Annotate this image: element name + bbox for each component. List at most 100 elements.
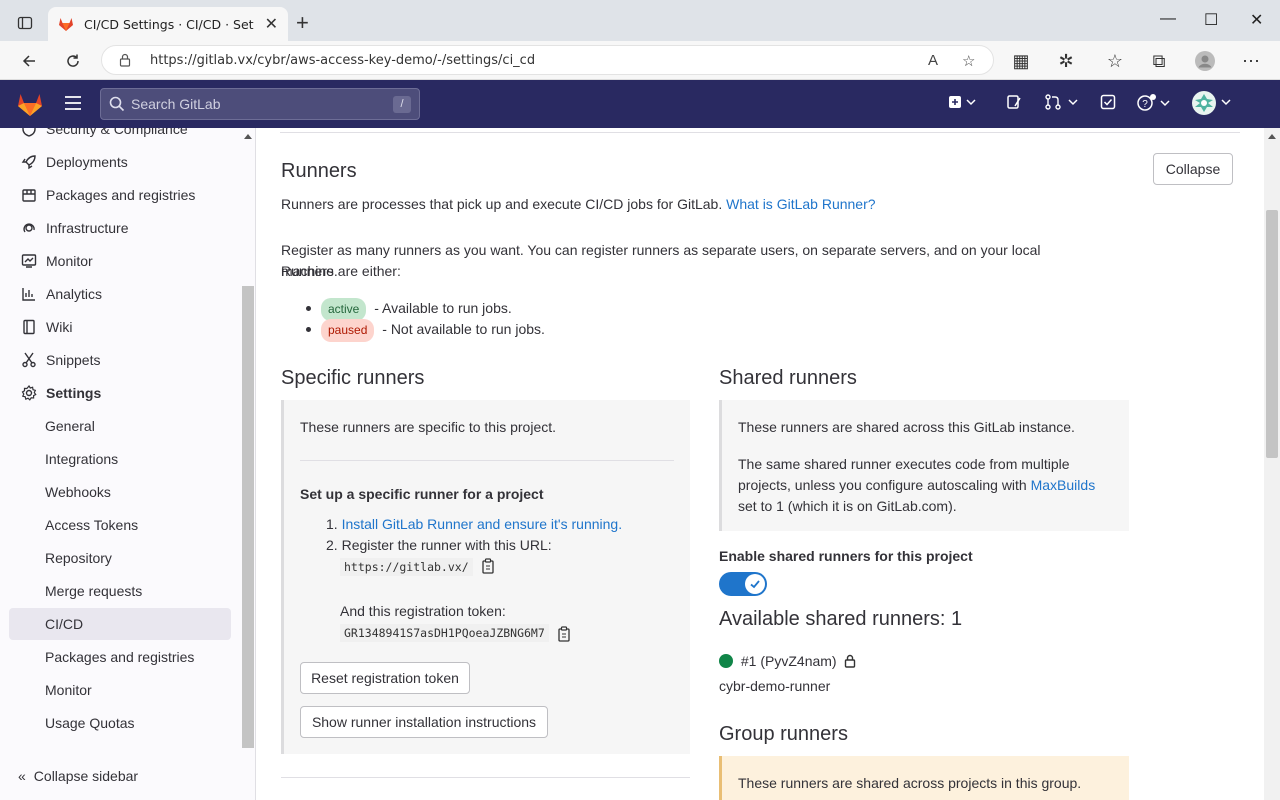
window-close-icon[interactable]: ✕ <box>1250 10 1263 30</box>
divider <box>281 777 690 778</box>
minimize-icon[interactable]: — <box>1160 10 1176 28</box>
sidebar-item-monitor[interactable]: Monitor <box>0 245 240 277</box>
favorites-icon[interactable]: ☆ <box>1104 50 1126 72</box>
active-badge: active <box>321 298 367 321</box>
enable-shared-label: Enable shared runners for this project <box>719 548 973 564</box>
back-icon[interactable] <box>18 50 40 72</box>
step-number: 2. <box>326 537 338 553</box>
sidebar-item-packages[interactable]: Packages and registries <box>0 179 240 211</box>
sidebar-scrollbar[interactable] <box>242 128 254 800</box>
favorite-add-icon[interactable]: ☆ <box>962 52 975 70</box>
browser-tab-bar: CI/CD Settings · CI/CD · Settings ✕ + — … <box>0 0 1280 41</box>
sidebar-subitem-general[interactable]: General <box>0 410 240 442</box>
register-text: Register as many runners as you want. Yo… <box>281 242 1041 279</box>
copy-token-icon[interactable] <box>557 626 571 642</box>
sidebar-subitem-label: General <box>45 418 95 434</box>
sidebar-subitem-access-tokens[interactable]: Access Tokens <box>0 509 240 541</box>
runner-id[interactable]: #1 (PyvZ4nam) <box>741 653 837 669</box>
sidebar-subitem-repository[interactable]: Repository <box>0 542 240 574</box>
sidebar-item-deployments[interactable]: Deployments <box>0 146 240 178</box>
tab-actions-icon[interactable] <box>14 12 36 34</box>
url-text: https://gitlab.vx/cybr/aws-access-key-de… <box>150 52 536 68</box>
sidebar-subitem-integrations[interactable]: Integrations <box>0 443 240 475</box>
runner-url-value: https://gitlab.vx/ <box>340 558 473 576</box>
step-2-text: Register the runner with this URL: <box>341 537 552 553</box>
lock-icon <box>119 53 131 67</box>
address-bar[interactable]: https://gitlab.vx/cybr/aws-access-key-de… <box>101 45 994 75</box>
setup-title: Set up a specific runner for a project <box>300 486 544 502</box>
sidebar-subitem-webhooks[interactable]: Webhooks <box>0 476 240 508</box>
scroll-up-icon[interactable] <box>1267 132 1277 140</box>
monitor-icon <box>20 252 38 270</box>
sidebar: Security & Compliance Deployments Packag… <box>0 128 256 800</box>
sidebar-subitem-cicd[interactable]: CI/CD <box>9 608 231 640</box>
reset-token-button[interactable]: Reset registration token <box>300 662 470 694</box>
menu-icon[interactable] <box>64 95 82 111</box>
new-item-icon[interactable] <box>948 94 976 113</box>
sidebar-subitem-label: Usage Quotas <box>45 715 135 731</box>
sidebar-item-label: Analytics <box>46 286 103 302</box>
token-label: And this registration token: <box>340 603 506 619</box>
lock-icon <box>845 654 856 668</box>
step-2: 2. Register the runner with this URL: <box>326 535 552 556</box>
sidebar-subitem-label: CI/CD <box>45 616 84 632</box>
search-icon <box>109 96 125 112</box>
merge-requests-icon[interactable] <box>1045 94 1079 113</box>
shared-runners-title: Shared runners <box>719 367 857 389</box>
sidebar-subitem-packages[interactable]: Packages and registries <box>0 641 240 673</box>
qr-icon[interactable]: ▦ <box>1010 50 1032 72</box>
shared-runner-item: #1 (PyvZ4nam) <box>719 651 856 672</box>
browser-tab-active[interactable]: CI/CD Settings · CI/CD · Settings ✕ <box>48 7 288 41</box>
page-scroll-thumb[interactable] <box>1266 210 1278 458</box>
sidebar-scroll-thumb[interactable] <box>242 286 254 748</box>
sidebar-subitem-usage-quotas[interactable]: Usage Quotas <box>0 707 240 739</box>
issues-icon[interactable] <box>1006 94 1022 113</box>
sidebar-item-infrastructure[interactable]: Infrastructure <box>0 212 240 244</box>
search-input[interactable]: Search GitLab / <box>100 88 420 120</box>
scroll-up-icon[interactable] <box>243 132 253 140</box>
paused-badge: paused <box>321 319 375 342</box>
refresh-icon[interactable] <box>62 50 84 72</box>
collections-icon[interactable]: ⧉ <box>1148 50 1170 72</box>
gitlab-favicon-icon <box>59 18 73 31</box>
sidebar-item-security[interactable]: Security & Compliance <box>0 128 240 145</box>
more-icon[interactable]: ⋯ <box>1240 50 1262 72</box>
maxbuilds-link[interactable]: MaxBuilds <box>1031 477 1096 493</box>
sidebar-item-snippets[interactable]: Snippets <box>0 344 240 376</box>
show-instructions-button[interactable]: Show runner installation instructions <box>300 706 548 738</box>
collapse-sidebar-label: Collapse sidebar <box>33 768 139 784</box>
help-icon[interactable]: ? <box>1137 94 1171 115</box>
runner-url: https://gitlab.vx/ <box>340 556 473 578</box>
copy-url-icon[interactable] <box>481 558 495 574</box>
sidebar-subitem-label: Webhooks <box>45 484 111 500</box>
avatar[interactable] <box>1192 91 1236 120</box>
sidebar-subitem-label: Repository <box>45 550 112 566</box>
sidebar-item-settings[interactable]: Settings <box>0 377 240 409</box>
todos-icon[interactable] <box>1100 94 1116 113</box>
enable-shared-toggle[interactable] <box>719 572 767 596</box>
sidebar-item-wiki[interactable]: Wiki <box>0 311 240 343</box>
paused-desc: - Not available to run jobs. <box>382 321 545 337</box>
install-runner-link[interactable]: Install GitLab Runner and ensure it's ru… <box>342 516 623 532</box>
registration-token: GR1348941S7asDH1PQoeaJZBNG6M7 <box>340 624 549 642</box>
read-aloud-icon[interactable]: A <box>928 52 938 69</box>
sidebar-subitem-label: Packages and registries <box>45 649 195 665</box>
profile-icon[interactable] <box>1194 50 1216 72</box>
gitlab-logo-icon[interactable] <box>16 90 44 118</box>
sidebar-subitem-merge-requests[interactable]: Merge requests <box>0 575 240 607</box>
new-tab-icon[interactable]: + <box>296 12 309 34</box>
sidebar-subitem-label: Integrations <box>45 451 119 467</box>
sidebar-item-analytics[interactable]: Analytics <box>0 278 240 310</box>
maximize-icon[interactable]: ☐ <box>1204 10 1218 30</box>
specific-runners-panel: These runners are specific to this proje… <box>281 400 690 754</box>
collapse-button[interactable]: Collapse <box>1153 153 1233 185</box>
what-is-runner-link[interactable]: What is GitLab Runner? <box>726 196 875 212</box>
extensions-icon[interactable]: ✲ <box>1055 50 1077 72</box>
page-scrollbar[interactable] <box>1264 128 1280 800</box>
shared-desc-2: The same shared runner executes code fro… <box>738 454 1108 517</box>
collapse-sidebar-button[interactable]: « Collapse sidebar <box>0 752 240 800</box>
sidebar-subitem-monitor[interactable]: Monitor <box>0 674 240 706</box>
sidebar-subitem-label: Access Tokens <box>45 517 139 533</box>
tab-close-icon[interactable]: ✕ <box>265 14 278 34</box>
specific-desc: These runners are specific to this proje… <box>300 419 557 435</box>
